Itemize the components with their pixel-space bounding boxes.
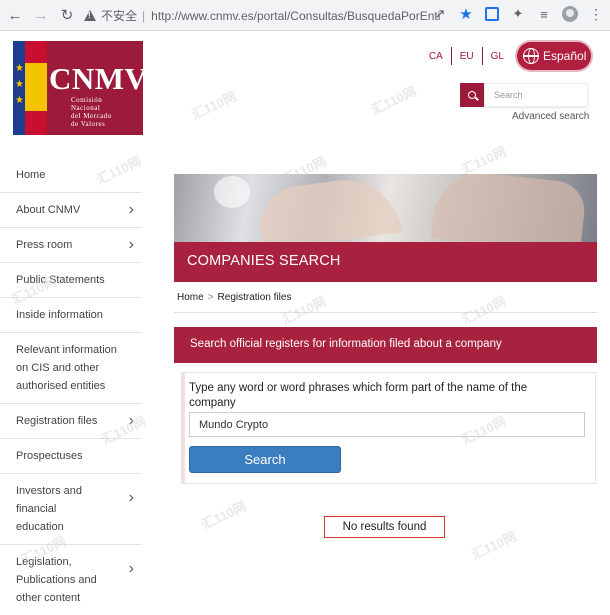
chevron-right-icon[interactable]: › [129,201,134,219]
search-icon [468,91,476,99]
company-name-label: Type any word or word phrases which form… [189,382,528,409]
browser-extensions: ↗ ★ ✦ ≡ ⋮ [432,6,604,24]
language-links: CA EU GL [421,47,512,65]
page-banner: COMPANIES SEARCH [174,174,597,282]
sidebar-item-label: Prospectuses [16,450,83,462]
back-arrow-icon[interactable]: ← [4,4,26,26]
logo-name: CNMV [49,61,143,96]
header-search-input[interactable]: Search [484,83,588,107]
watermark: 汇110网 [369,83,419,118]
sidebar-item-home[interactable]: Home [0,158,141,193]
browser-toolbar: ← → ↻ 不安全 | http://www.cnmv.es/portal/Co… [0,0,610,31]
language-button-espanol[interactable]: Español [517,42,591,70]
no-results-message: No results found [324,516,445,538]
forward-arrow-icon[interactable]: → [30,4,52,26]
profile-avatar-icon[interactable] [562,6,578,22]
language-button-label: Español [543,49,587,63]
sidebar-item-prospectuses[interactable]: Prospectuses [0,439,141,474]
sidebar-item-label: Relevant information on CIS and other au… [16,344,117,392]
watermark: 汇110网 [459,293,509,328]
sidebar-item-label: Investors and financial education [16,485,83,533]
breadcrumb-current: Registration files [217,292,292,303]
logo-sub-line-1: Comisión [71,96,103,104]
header-search-button[interactable] [460,83,484,107]
breadcrumb: Home > Registration files [177,292,291,303]
watermark: 汇110网 [189,88,239,123]
chevron-right-icon[interactable]: › [129,489,134,507]
watermark: 汇110网 [199,498,249,533]
company-name-input[interactable]: Mundo Crypto [189,412,585,437]
logo-subtitle: Comisión Nacional del Mercado de Valores [71,96,112,128]
sidebar-item-press-room[interactable]: Press room › [0,228,141,263]
puzzle-icon[interactable]: ✦ [510,6,526,22]
breadcrumb-divider [174,312,597,313]
logo-sub-line-2: Nacional [71,104,101,112]
bookmark-star-icon[interactable]: ★ [458,6,474,23]
sidebar-item-label: Inside information [16,309,103,321]
watermark: 汇110网 [469,528,519,563]
reading-list-icon[interactable]: ≡ [536,6,552,22]
sidebar-item-label: Home [16,169,46,181]
breadcrumb-separator: > [207,292,214,303]
sidebar-item-label: Registration files [16,415,98,427]
lang-link-ca[interactable]: CA [421,51,451,62]
search-info-banner: Search official registers for informatio… [174,327,597,363]
lang-link-gl[interactable]: GL [483,51,512,62]
globe-icon [523,48,539,64]
chevron-right-icon[interactable]: › [129,412,134,430]
extension-square-icon[interactable] [484,6,500,22]
breadcrumb-home[interactable]: Home [177,292,204,303]
sidebar-nav: Home About CNMV › Press room › Public St… [0,158,141,615]
sidebar-item-investors-education[interactable]: Investors and financial education › [0,474,141,545]
logo-sub-line-4: de Valores [71,120,106,128]
sidebar-item-inside-information[interactable]: Inside information [0,298,141,333]
lang-link-eu[interactable]: EU [452,51,482,62]
chevron-right-icon[interactable]: › [129,236,134,254]
sidebar-item-label: About CNMV [16,204,81,216]
address-separator: | [142,8,146,23]
logo-flag-stripe-yellow [25,63,47,111]
cnmv-logo[interactable]: ★ ★ ★ CNMV Comisión Nacional del Mercado d… [13,41,143,135]
logo-stars-icon: ★ ★ ★ [15,63,24,106]
page-title: COMPANIES SEARCH [174,242,597,282]
search-button[interactable]: Search [189,446,341,473]
logo-sub-line-3: del Mercado [71,112,112,120]
banner-magnifier-icon [214,176,250,208]
sidebar-item-label: Public Statements [16,274,105,286]
security-label: 不安全 [101,9,138,23]
share-icon[interactable]: ↗ [432,6,448,22]
menu-kebab-icon[interactable]: ⋮ [588,6,604,22]
advanced-search-link[interactable]: Advanced search [512,111,589,122]
sidebar-item-relevant-information[interactable]: Relevant information on CIS and other au… [0,333,141,404]
watermark: 汇110网 [459,143,509,178]
sidebar-item-label: Press room [16,239,73,251]
warning-icon [84,10,96,21]
sidebar-item-legislation[interactable]: Legislation, Publications and other cont… [0,545,141,615]
chevron-right-icon[interactable]: › [129,560,134,578]
sidebar-item-public-statements[interactable]: Public Statements [0,263,141,298]
reload-icon[interactable]: ↻ [56,4,78,26]
sidebar-item-label: Legislation, Publications and other cont… [16,556,97,604]
url-text[interactable]: http://www.cnmv.es/portal/Consultas/Busq… [151,9,441,23]
sidebar-item-registration-files[interactable]: Registration files › [0,404,141,439]
sidebar-item-about-cnmv[interactable]: About CNMV › [0,193,141,228]
